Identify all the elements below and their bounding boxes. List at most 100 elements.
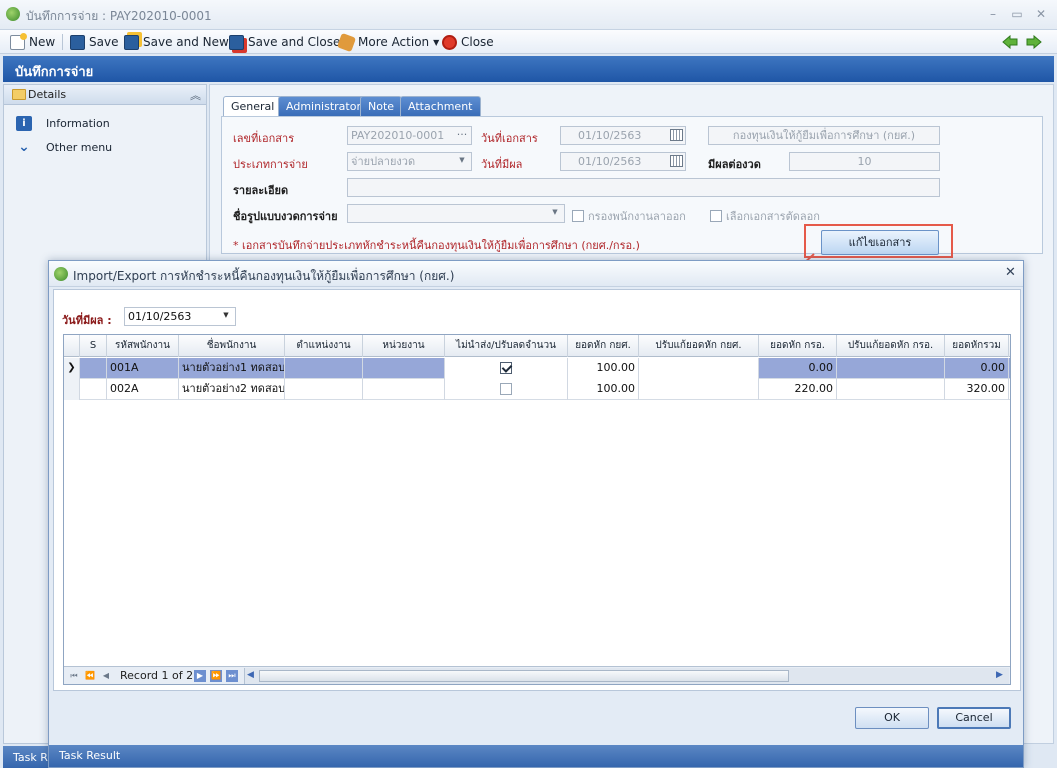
cell-total[interactable]: 320.00 [945, 379, 1009, 400]
cell-adj-kys[interactable] [639, 358, 759, 379]
dialog-titlebar: Import/Export การหักชำระหนี้คืนกองทุนเงิ… [49, 261, 1023, 287]
select-cut-doc-checkbox[interactable]: เลือกเอกสารตัดลอก [710, 207, 820, 225]
cell-s [80, 358, 107, 379]
detail-field[interactable] [347, 178, 940, 197]
scroll-left-icon[interactable]: ◀ [247, 670, 254, 680]
next-page-icon[interactable]: ⏩ [210, 670, 222, 682]
new-button[interactable]: New [10, 32, 55, 51]
col-header-s[interactable]: S [80, 335, 107, 357]
cell-position [285, 358, 363, 379]
table-row[interactable]: ❯ 001A นายตัวอย่าง1 ทดสอบ 100.00 0.00 0.… [64, 358, 1010, 379]
pay-format-label: ชื่อรูปแบบงวดการจ่าย [233, 210, 338, 223]
tab-attachment[interactable]: Attachment [400, 96, 481, 116]
window-titlebar: บันทึกการจ่าย : PAY202010-0001 – ▭ ✕ [0, 0, 1057, 30]
pay-type-select[interactable]: จ่ายปลายงวด ▼ [347, 152, 472, 171]
cell-adj-kro[interactable] [837, 358, 945, 379]
pay-format-select[interactable]: ▼ [347, 204, 565, 223]
cell-unit [363, 358, 445, 379]
prev-record-icon[interactable]: ◀ [100, 670, 112, 682]
effect-per-period-field[interactable]: 10 [789, 152, 940, 171]
checkbox[interactable] [710, 210, 722, 222]
col-header-total[interactable]: ยอดหักรวม [945, 335, 1009, 357]
cell-adj-kro[interactable] [837, 379, 945, 400]
cell-no-send[interactable] [445, 379, 568, 400]
doc-date-field[interactable]: 01/10/2563 [560, 126, 686, 145]
cell-ded-kys[interactable]: 100.00 [568, 379, 639, 400]
tab-administrator[interactable]: Administrator [278, 96, 369, 116]
more-action-icon [336, 32, 357, 52]
doc-note: * เอกสารบันทึกจ่ายประเภทหักชำระหนี้คืนกอ… [233, 239, 640, 252]
col-header-ded-kys[interactable]: ยอดหัก กยศ. [568, 335, 639, 357]
row-indicator-icon: ❯ [64, 358, 80, 379]
effective-date-field[interactable]: 01/10/2563 [560, 152, 686, 171]
cell-employee-name: นายตัวอย่าง2 ทดสอบ [179, 379, 285, 400]
dialog-effective-date-select[interactable]: 01/10/2563 ▼ [124, 307, 236, 326]
effective-date-label: วันที่มีผล [481, 158, 523, 171]
cell-ded-kro[interactable]: 220.00 [759, 379, 837, 400]
scrollbar-thumb[interactable] [259, 670, 789, 682]
no-send-checkbox[interactable] [500, 362, 512, 374]
calendar-icon[interactable] [670, 155, 683, 167]
dropdown-arrow-icon[interactable]: ▼ [217, 308, 235, 325]
dialog-close-icon[interactable]: ✕ [1005, 265, 1016, 280]
cell-adj-kys[interactable] [639, 379, 759, 400]
col-header-adj-kys[interactable]: ปรับแก้ยอดหัก กยศ. [639, 335, 759, 357]
details-section-header[interactable]: Details ︽ [4, 85, 206, 105]
nav-item-information[interactable]: i Information [16, 113, 110, 133]
col-header-no-send[interactable]: ไม่นำส่ง/ปรับลดจำนวน [445, 335, 568, 357]
window-title: บันทึกการจ่าย : PAY202010-0001 [26, 9, 212, 23]
table-row[interactable]: 002A นายตัวอย่าง2 ทดสอบ 100.00 220.00 32… [64, 379, 1010, 400]
dialog-effective-date-label: วันที่มีผล : [62, 314, 112, 327]
info-icon: i [16, 115, 32, 131]
cell-employee-code: 002A [107, 379, 179, 400]
col-header-employee-name[interactable]: ชื่อพนักงาน [179, 335, 285, 357]
more-action-button[interactable]: More Action ▼ [336, 32, 439, 52]
cell-unit [363, 379, 445, 400]
save-and-close-button[interactable]: Save and Close [229, 33, 340, 51]
cell-no-send[interactable] [445, 358, 568, 379]
pay-type-label: ประเภทการจ่าย [233, 158, 308, 171]
calendar-icon[interactable] [670, 129, 683, 141]
back-arrow-icon[interactable] [1002, 35, 1018, 49]
cell-total[interactable]: 0.00 [945, 358, 1009, 379]
filter-resigned-checkbox[interactable]: กรองพนักงานลาออก [572, 207, 686, 225]
tab-note[interactable]: Note [360, 96, 403, 116]
next-record-icon[interactable]: ▶ [194, 670, 206, 682]
doc-no-label: เลขที่เอกสาร [233, 132, 295, 145]
doc-no-field[interactable]: PAY202010-0001 ··· [347, 126, 472, 145]
cancel-button[interactable]: Cancel [937, 707, 1011, 729]
minimize-icon[interactable]: – [984, 6, 1002, 22]
close-window-icon[interactable]: ✕ [1032, 6, 1050, 22]
save-button[interactable]: Save [70, 33, 118, 51]
ok-button[interactable]: OK [855, 707, 929, 729]
cell-employee-name: นายตัวอย่าง1 ทดสอบ [179, 358, 285, 379]
fund-field[interactable]: กองทุนเงินให้กู้ยืมเพื่อการศึกษา (กยศ.) [708, 126, 940, 145]
close-button[interactable]: Close [442, 33, 494, 51]
maximize-icon[interactable]: ▭ [1008, 6, 1026, 22]
save-and-new-button[interactable]: Save and New [124, 33, 229, 51]
cell-ded-kys[interactable]: 100.00 [568, 358, 639, 379]
col-header-unit[interactable]: หน่วยงาน [363, 335, 445, 357]
last-record-icon[interactable]: ⏭ [226, 670, 238, 682]
col-header-adj-kro[interactable]: ปรับแก้ยอดหัก กรอ. [837, 335, 945, 357]
effect-per-period-label: มีผลต่องวด [708, 158, 761, 171]
col-header-employee-code[interactable]: รหัสพนักงาน [107, 335, 179, 357]
horizontal-scrollbar[interactable]: ◀ ▶ [244, 668, 1009, 684]
col-header-ded-kro[interactable]: ยอดหัก กรอ. [759, 335, 837, 357]
cell-employee-code: 001A [107, 358, 179, 379]
nav-item-other-menu[interactable]: ⌄ Other menu [16, 137, 112, 157]
scroll-right-icon[interactable]: ▶ [996, 670, 1003, 680]
dialog-title: Import/Export การหักชำระหนี้คืนกองทุนเงิ… [73, 269, 455, 283]
forward-arrow-icon[interactable] [1026, 35, 1042, 49]
tab-general[interactable]: General [223, 96, 283, 117]
prev-page-icon[interactable]: ⏪ [84, 670, 96, 682]
checkbox[interactable] [572, 210, 584, 222]
first-record-icon[interactable]: ⏮ [68, 670, 80, 682]
dropdown-arrow-icon[interactable]: ▼ [453, 153, 471, 170]
collapse-icon[interactable]: ︽ [190, 87, 201, 103]
cell-ded-kro[interactable]: 0.00 [759, 358, 837, 379]
dropdown-arrow-icon[interactable]: ▼ [546, 205, 564, 222]
no-send-checkbox[interactable] [500, 383, 512, 395]
col-header-position[interactable]: ตำแหน่งงาน [285, 335, 363, 357]
ellipsis-icon[interactable]: ··· [453, 127, 471, 144]
